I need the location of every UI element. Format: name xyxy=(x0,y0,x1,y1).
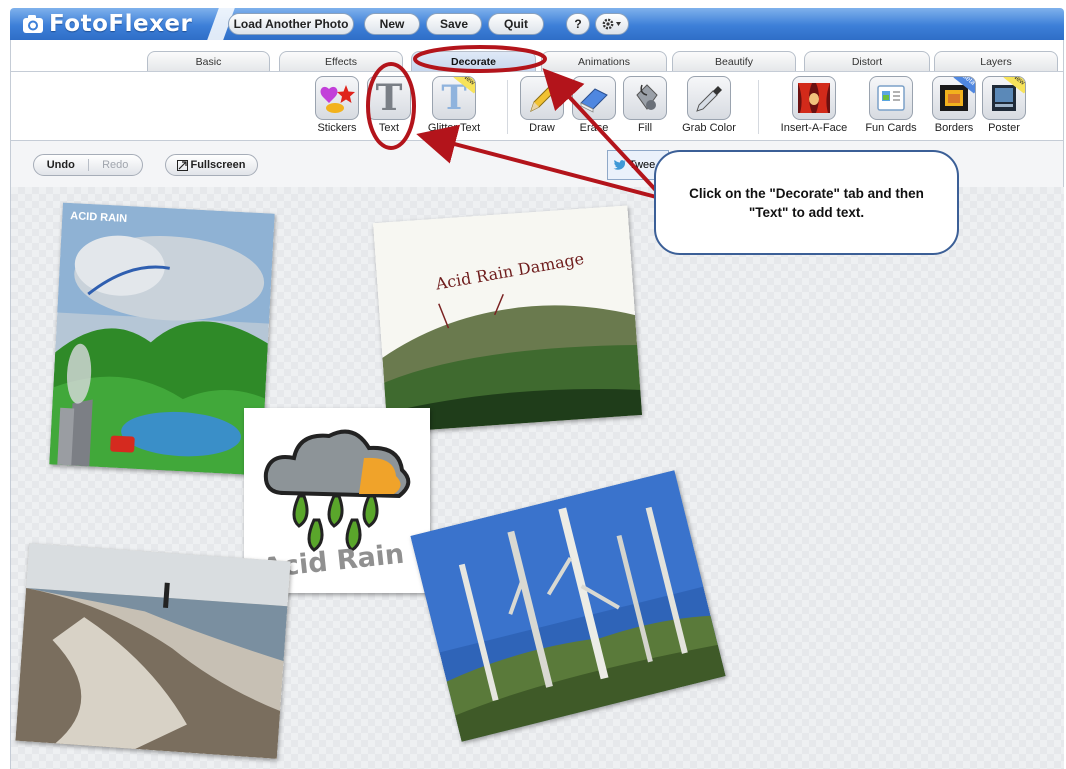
text-tool-highlight xyxy=(366,62,416,150)
instruction-callout: Click on the "Decorate" tab and then "Te… xyxy=(654,150,959,255)
annotation-overlay xyxy=(366,45,666,201)
arrow-to-text xyxy=(416,124,665,201)
fotoflexer-app: FotoFlexer Load Another Photo New Save Q… xyxy=(0,0,1066,769)
arrow-to-decorate xyxy=(542,68,666,201)
decorate-tab-highlight xyxy=(413,45,547,73)
